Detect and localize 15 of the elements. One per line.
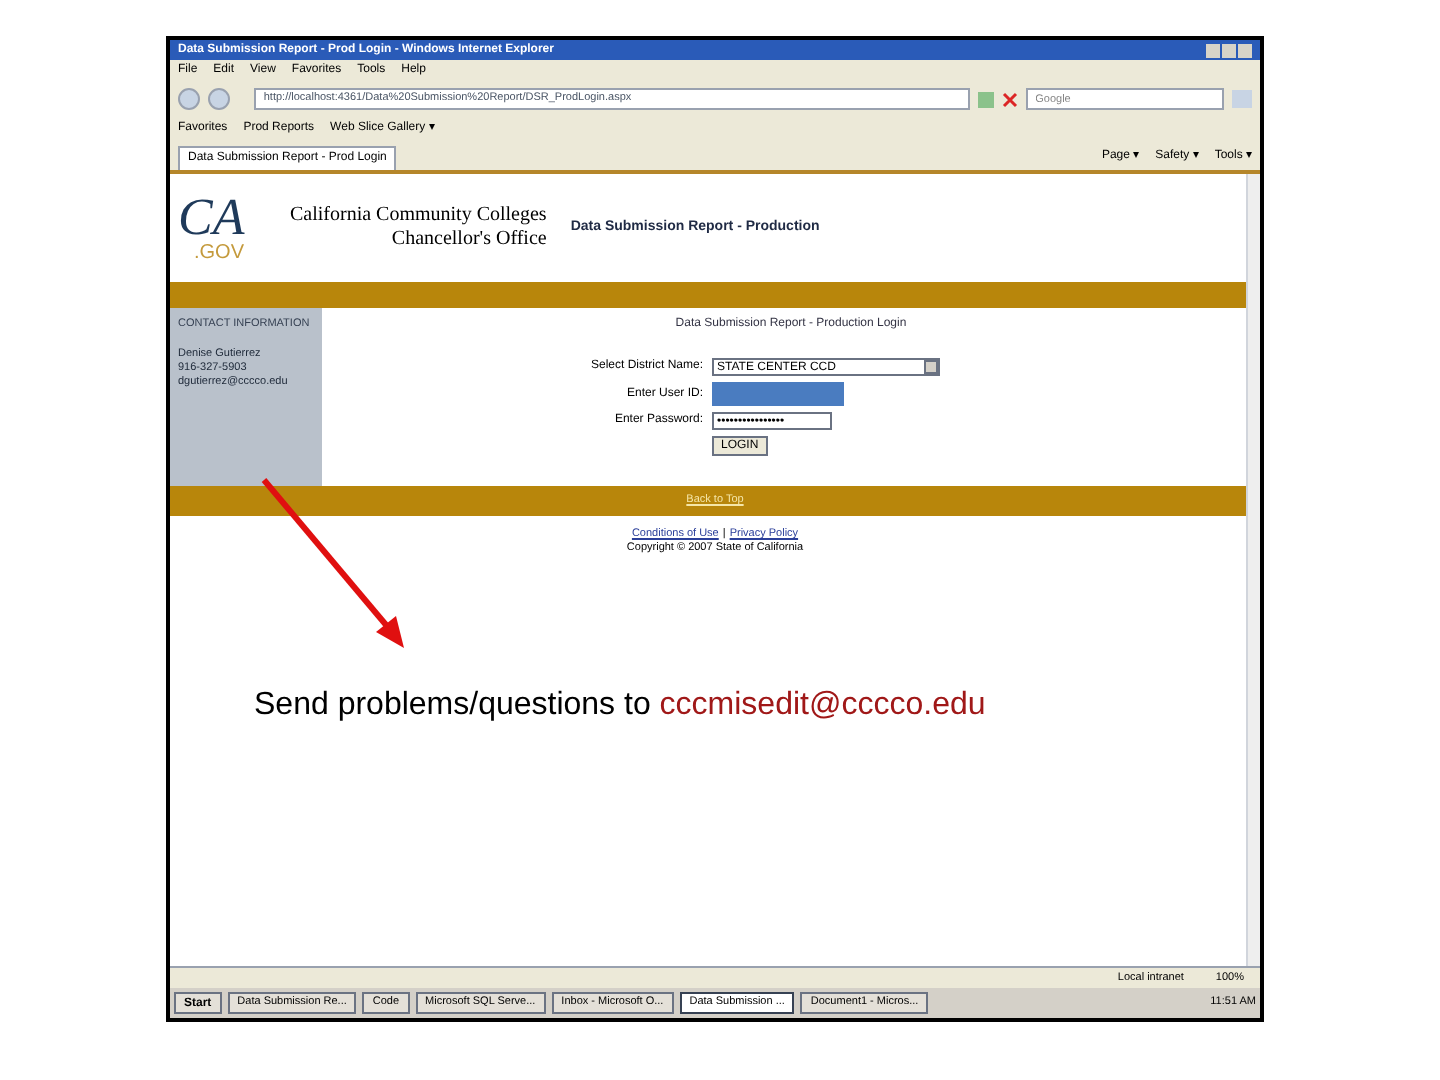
logo-text: .GOV — [192, 244, 247, 264]
back-button[interactable] — [178, 88, 200, 110]
close-button[interactable] — [1238, 43, 1252, 57]
stop-icon[interactable] — [1001, 91, 1018, 107]
organization-name: California Community Colleges — [290, 203, 547, 228]
organization-name: Chancellor's Office — [391, 228, 547, 253]
forward-button[interactable] — [207, 88, 230, 110]
logo-text: CA — [178, 192, 247, 244]
caption-text: Send problems/questions to cccmisedit@cccco.edu — [254, 686, 986, 726]
email-text: cccmisedit@cccco.edu — [659, 688, 986, 722]
redacted-field[interactable] — [711, 382, 843, 406]
minimize-button[interactable] — [1206, 43, 1220, 57]
refresh-icon[interactable] — [977, 91, 994, 107]
maximize-button[interactable] — [1222, 43, 1236, 57]
scrollbar[interactable] — [1246, 174, 1260, 966]
